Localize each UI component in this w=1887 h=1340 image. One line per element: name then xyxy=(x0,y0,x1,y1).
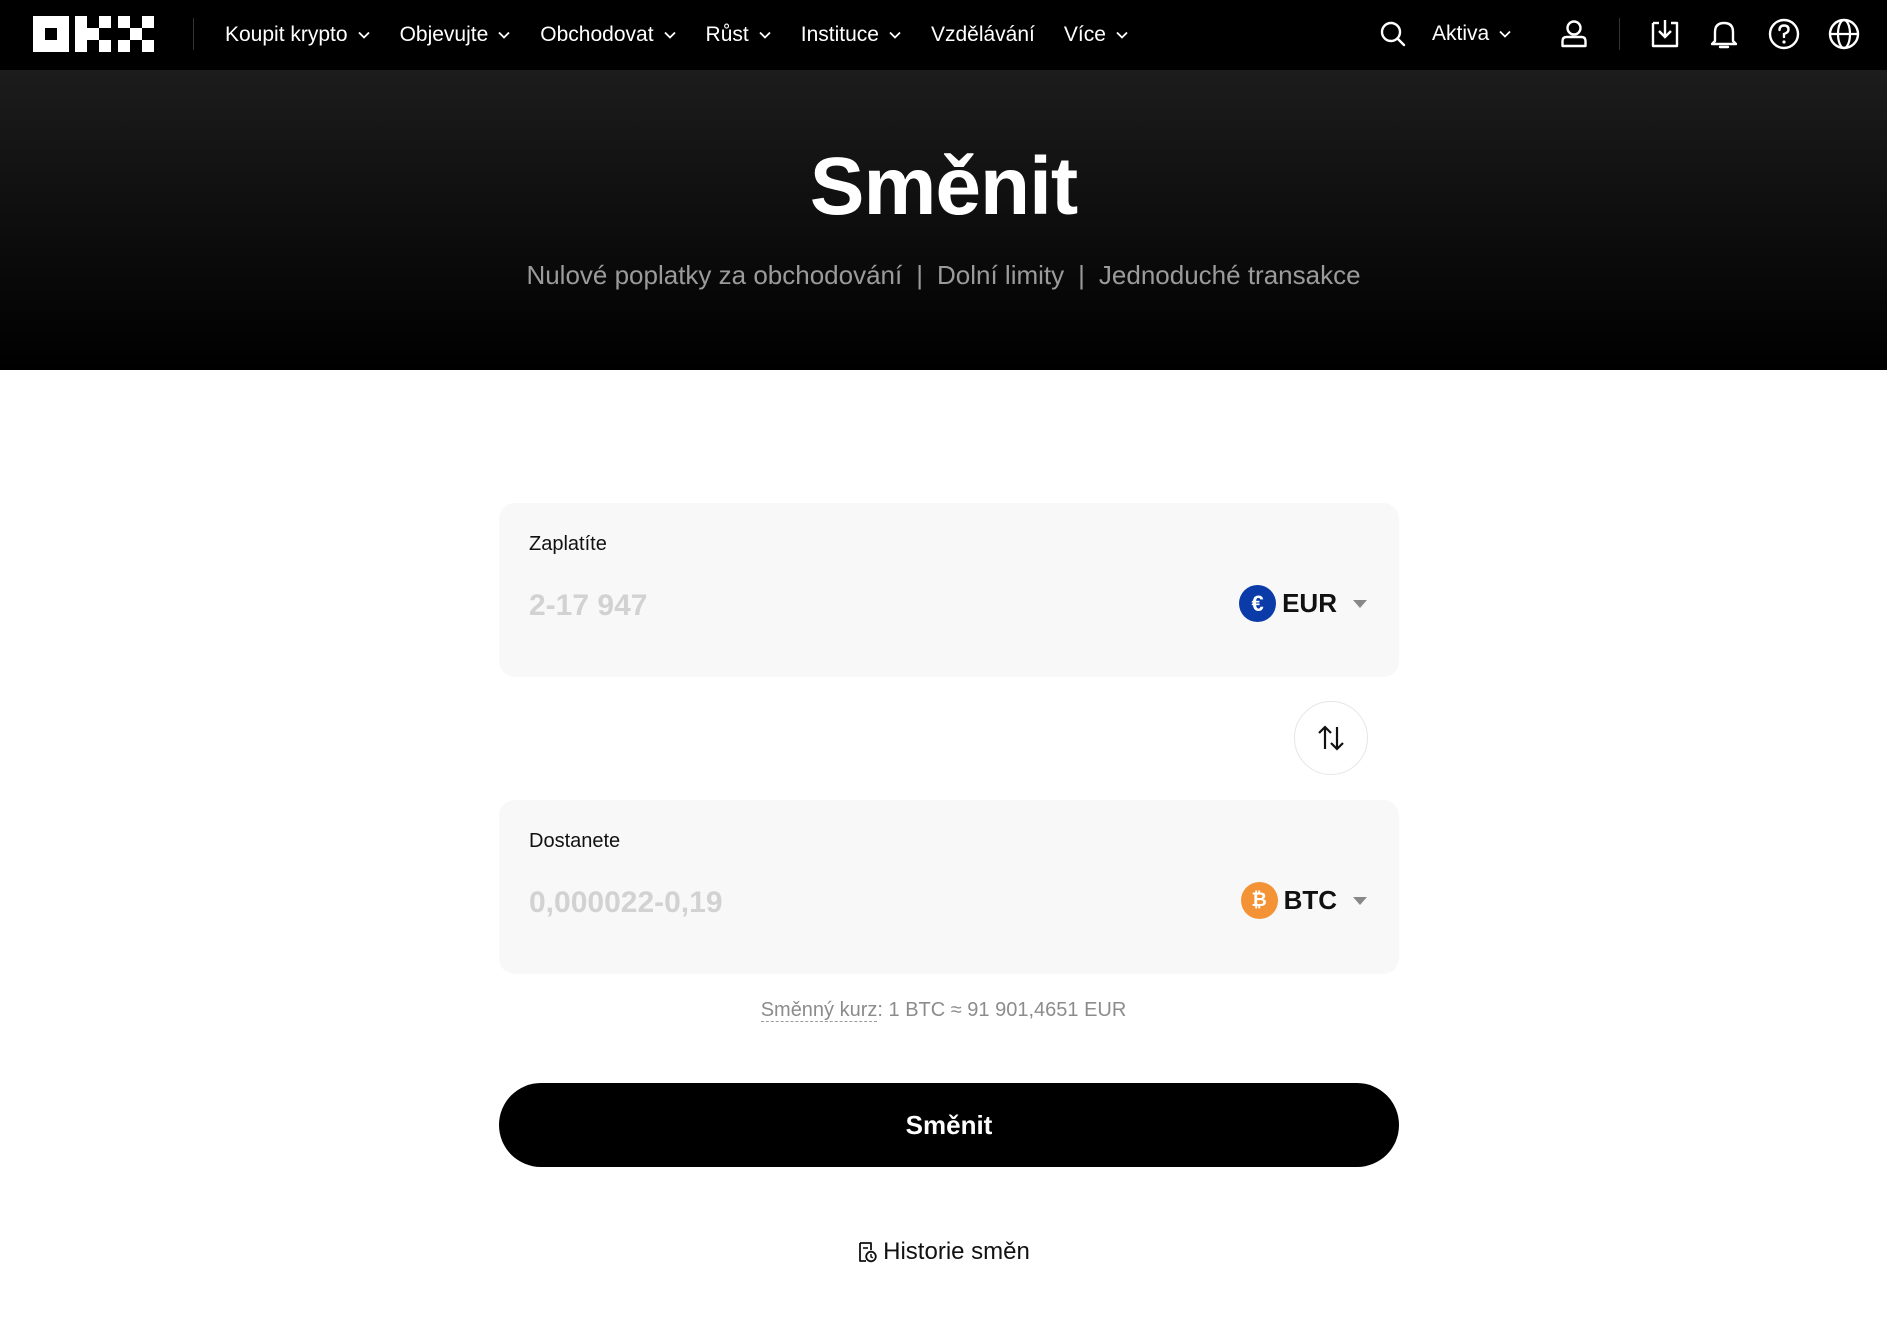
nav-item-obchodovat[interactable]: Obchodovat xyxy=(540,23,676,47)
pay-currency-code: EUR xyxy=(1282,588,1337,618)
caret-down-icon xyxy=(1353,896,1367,905)
search-icon[interactable] xyxy=(1376,17,1410,51)
globe-icon[interactable] xyxy=(1827,17,1861,51)
chevron-down-icon xyxy=(498,31,510,39)
main-menu: Koupit krypto Objevujte Obchodovat Růst … xyxy=(225,0,1158,70)
feature-simple-transactions: Jednoduché transakce xyxy=(1098,260,1361,290)
download-icon[interactable] xyxy=(1648,17,1682,51)
pay-amount-input[interactable] xyxy=(529,583,1129,629)
history-label: Historie směn xyxy=(883,1238,1030,1265)
nav-item-objevujte[interactable]: Objevujte xyxy=(400,23,512,47)
nav-item-koupit-krypto[interactable]: Koupit krypto xyxy=(225,23,371,47)
eur-coin-icon: € xyxy=(1239,585,1277,622)
nav-item-label: Koupit krypto xyxy=(225,23,348,46)
feature-zero-fees: Nulové poplatky za obchodování xyxy=(526,260,903,290)
feature-low-limits: Dolní limity xyxy=(937,260,1065,290)
receive-currency-code: BTC xyxy=(1283,885,1337,915)
swap-direction-button[interactable] xyxy=(1294,701,1368,775)
pay-label: Zaplatíte xyxy=(529,533,607,555)
nav-item-vzdelavani[interactable]: Vzdělávání xyxy=(931,23,1035,47)
pay-card: Zaplatíte € EUR xyxy=(499,503,1399,677)
nav-item-rust[interactable]: Růst xyxy=(706,23,772,47)
nav-item-label: Obchodovat xyxy=(540,23,654,46)
nav-item-label: Vzdělávání xyxy=(930,23,1035,46)
nav-item-label: Instituce xyxy=(800,23,879,46)
conversion-history-link[interactable]: Historie směn xyxy=(0,1238,1887,1266)
hero-banner: Směnit Nulové poplatky za obchodování | Do… xyxy=(0,70,1887,370)
receive-card: Dostanete ₿ BTC xyxy=(499,800,1399,974)
chevron-down-icon xyxy=(759,31,771,39)
caret-down-icon xyxy=(1353,599,1367,608)
assets-label: Aktiva xyxy=(1432,22,1490,45)
chevron-down-icon xyxy=(663,31,676,39)
nav-item-label: Objevujte xyxy=(399,23,489,46)
pay-currency-selector[interactable]: € EUR xyxy=(1239,585,1367,622)
hero-features: Nulové poplatky za obchodování | Dolní lim… xyxy=(0,260,1887,291)
nav-item-instituce[interactable]: Instituce xyxy=(801,23,902,47)
feature-separator: | xyxy=(916,260,924,290)
nav-divider xyxy=(193,18,194,50)
history-icon xyxy=(859,1242,877,1263)
swap-arrows-icon xyxy=(1318,725,1344,751)
exchange-rate: Směnný kurz: 1 BTC ≈ 91 901,4651 EUR xyxy=(0,999,1887,1022)
convert-button[interactable]: Směnit xyxy=(499,1083,1399,1167)
assets-menu[interactable]: Aktiva xyxy=(1432,22,1512,46)
nav-divider xyxy=(1619,18,1620,50)
receive-amount-input[interactable] xyxy=(529,880,1129,926)
page-title: Směnit xyxy=(809,141,1078,232)
nav-item-label: Více xyxy=(1063,23,1106,46)
chevron-down-icon xyxy=(357,31,370,39)
chevron-down-icon xyxy=(1499,30,1511,38)
receive-currency-selector[interactable]: ₿ BTC xyxy=(1240,882,1367,919)
nav-item-label: Růst xyxy=(705,23,749,46)
user-icon[interactable] xyxy=(1557,17,1591,51)
exchange-rate-label[interactable]: Směnný kurz xyxy=(760,999,878,1022)
chevron-down-icon xyxy=(1116,31,1128,39)
nav-item-vice[interactable]: Více xyxy=(1064,23,1129,47)
chevron-down-icon xyxy=(889,31,901,39)
exchange-rate-value: : 1 BTC ≈ 91 901,4651 EUR xyxy=(877,999,1127,1021)
bell-icon[interactable] xyxy=(1707,17,1741,51)
okx-logo[interactable] xyxy=(33,16,154,52)
btc-coin-icon: ₿ xyxy=(1240,882,1278,919)
help-icon[interactable] xyxy=(1767,17,1801,51)
feature-separator: | xyxy=(1078,260,1085,290)
receive-label: Dostanete xyxy=(529,830,621,852)
top-navigation: Koupit krypto Objevujte Obchodovat Růst … xyxy=(0,0,1887,70)
